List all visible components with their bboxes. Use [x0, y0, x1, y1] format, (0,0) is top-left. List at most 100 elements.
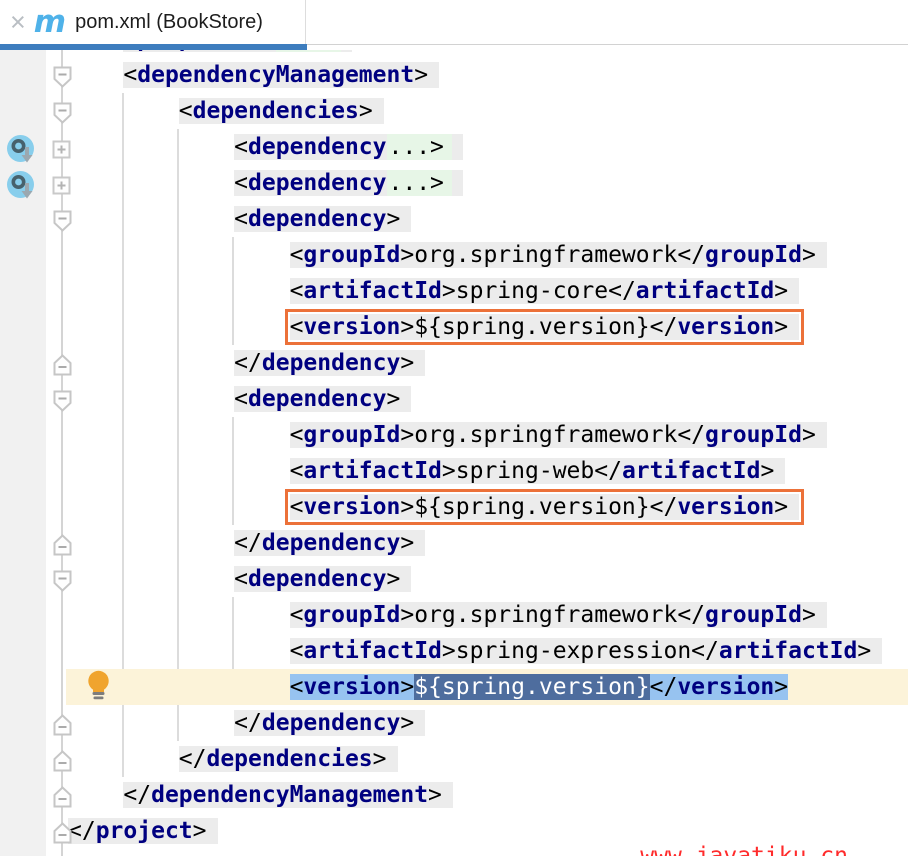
code-line[interactable]: </dependencyManagement>	[0, 777, 908, 813]
code-line[interactable]: <version>${spring.version}</version>	[0, 669, 908, 705]
intention-bulb-icon[interactable]	[86, 670, 111, 702]
code-text: <dependencyManagement>	[123, 62, 440, 88]
fold-collapse-icon[interactable]	[52, 390, 73, 412]
fold-collapse-end-icon[interactable]	[52, 786, 73, 808]
code-line[interactable]: <properties...>	[0, 50, 908, 57]
fold-expand-icon[interactable]	[52, 175, 73, 197]
maven-dependency-gutter-icon[interactable]	[7, 171, 36, 201]
code-line[interactable]: <groupId>org.springframework</groupId>	[0, 597, 908, 633]
code-line[interactable]: <dependency>	[0, 201, 908, 237]
code-token: <	[289, 278, 304, 304]
code-text: </dependency>	[234, 350, 426, 376]
xml-tag-name: dependency	[248, 170, 387, 196]
code-token: </	[594, 458, 622, 484]
code-line[interactable]: <artifactId>spring-web</artifactId>	[0, 453, 908, 489]
code-text: <artifactId>spring-web</artifactId>	[289, 458, 786, 484]
code-line[interactable]: <dependency>	[0, 381, 908, 417]
code-token: </	[677, 242, 706, 268]
code-text: <version>${spring.version}</version>	[284, 309, 805, 345]
xml-tag-name: artifactId	[303, 278, 442, 304]
tab-title: pom.xml (BookStore)	[75, 10, 263, 33]
code-line[interactable]: <dependencyManagement>	[0, 57, 908, 93]
fold-collapse-end-icon[interactable]	[52, 354, 73, 376]
xml-tag-name: version	[677, 314, 775, 340]
code-line[interactable]: <version>${spring.version}</version>	[0, 489, 908, 525]
fold-collapse-end-icon[interactable]	[52, 534, 73, 556]
code-token: </	[649, 494, 678, 520]
fold-collapse-end-icon[interactable]	[52, 714, 73, 736]
fold-collapse-icon[interactable]	[52, 66, 73, 88]
code-text: <dependency...>	[234, 170, 463, 196]
code-token: </	[691, 638, 719, 664]
xml-tag-name: dependencyManagement	[137, 62, 415, 88]
fold-collapse-end-icon[interactable]	[52, 750, 73, 772]
xml-tag-name: dependency	[261, 710, 401, 736]
code-token: >	[386, 206, 401, 232]
fold-collapse-icon[interactable]	[52, 102, 73, 124]
xml-tag-name: project	[95, 818, 193, 844]
code-line[interactable]: </dependencies>	[0, 741, 908, 777]
code-text: <dependency>	[234, 386, 412, 412]
code-text: <groupId>org.springframework</groupId>	[289, 242, 827, 268]
code-token: </	[649, 314, 678, 340]
code-editor[interactable]: <properties...> <dependencyManagement> <…	[0, 50, 908, 856]
code-line[interactable]: </dependency>	[0, 345, 908, 381]
xml-tag-name: groupId	[705, 422, 802, 448]
code-line[interactable]: <dependency...>	[0, 165, 908, 201]
code-line[interactable]: <version>${spring.version}</version>	[0, 309, 908, 345]
code-line[interactable]: </dependency>	[0, 525, 908, 561]
xml-tag-name: dependency	[248, 386, 387, 412]
code-line[interactable]: </dependency>	[0, 705, 908, 741]
code-token: <	[289, 314, 304, 340]
code-token: org.springframework	[414, 242, 678, 268]
xml-tag-name: version	[303, 314, 401, 340]
code-token: </	[608, 278, 636, 304]
code-text: <dependency>	[234, 566, 412, 592]
code-token: >	[386, 566, 401, 592]
xml-tag-name: groupId	[705, 602, 802, 628]
close-icon[interactable]: ×	[10, 8, 26, 36]
code-token: >	[441, 458, 456, 484]
fold-collapse-icon[interactable]	[52, 210, 73, 232]
code-token: >	[774, 674, 789, 700]
code-token: ${spring.version}	[414, 314, 650, 340]
code-token: <	[123, 50, 137, 52]
watermark: www.javatiku.cn	[640, 843, 848, 856]
xml-tag-name: version	[677, 674, 775, 700]
code-token: >	[774, 314, 789, 340]
code-text: <dependency>	[234, 206, 412, 232]
code-token: >	[801, 422, 816, 448]
code-line[interactable]: <dependencies>	[0, 93, 908, 129]
xml-tag-name: artifactId	[303, 638, 442, 664]
code-line[interactable]: <artifactId>spring-core</artifactId>	[0, 273, 908, 309]
xml-tag-name: dependency	[261, 530, 401, 556]
code-token: spring-expression	[455, 638, 692, 664]
xml-tag-name: artifactId	[303, 458, 442, 484]
code-token: spring-web	[455, 458, 595, 484]
tab-pom-xml[interactable]: × m pom.xml (BookStore)	[0, 0, 306, 44]
code-token: >	[400, 494, 415, 520]
code-line[interactable]: <groupId>org.springframework</groupId>	[0, 417, 908, 453]
code-line[interactable]: <artifactId>spring-expression</artifactI…	[0, 633, 908, 669]
code-line[interactable]: <dependency...>	[0, 129, 908, 165]
code-token: >	[400, 710, 415, 736]
fold-collapse-end-icon[interactable]	[52, 822, 73, 844]
fold-expand-icon[interactable]	[52, 139, 73, 161]
code-text: </dependencies>	[178, 746, 398, 772]
xml-tag-name: version	[677, 494, 775, 520]
maven-dependency-gutter-icon[interactable]	[7, 135, 36, 165]
code-line[interactable]: <groupId>org.springframework</groupId>	[0, 237, 908, 273]
xml-tag-name: dependency	[261, 350, 401, 376]
code-line[interactable]: <dependency>	[0, 561, 908, 597]
fold-collapse-icon[interactable]	[52, 570, 73, 592]
code-token: >	[400, 350, 415, 376]
code-token: </	[234, 350, 262, 376]
